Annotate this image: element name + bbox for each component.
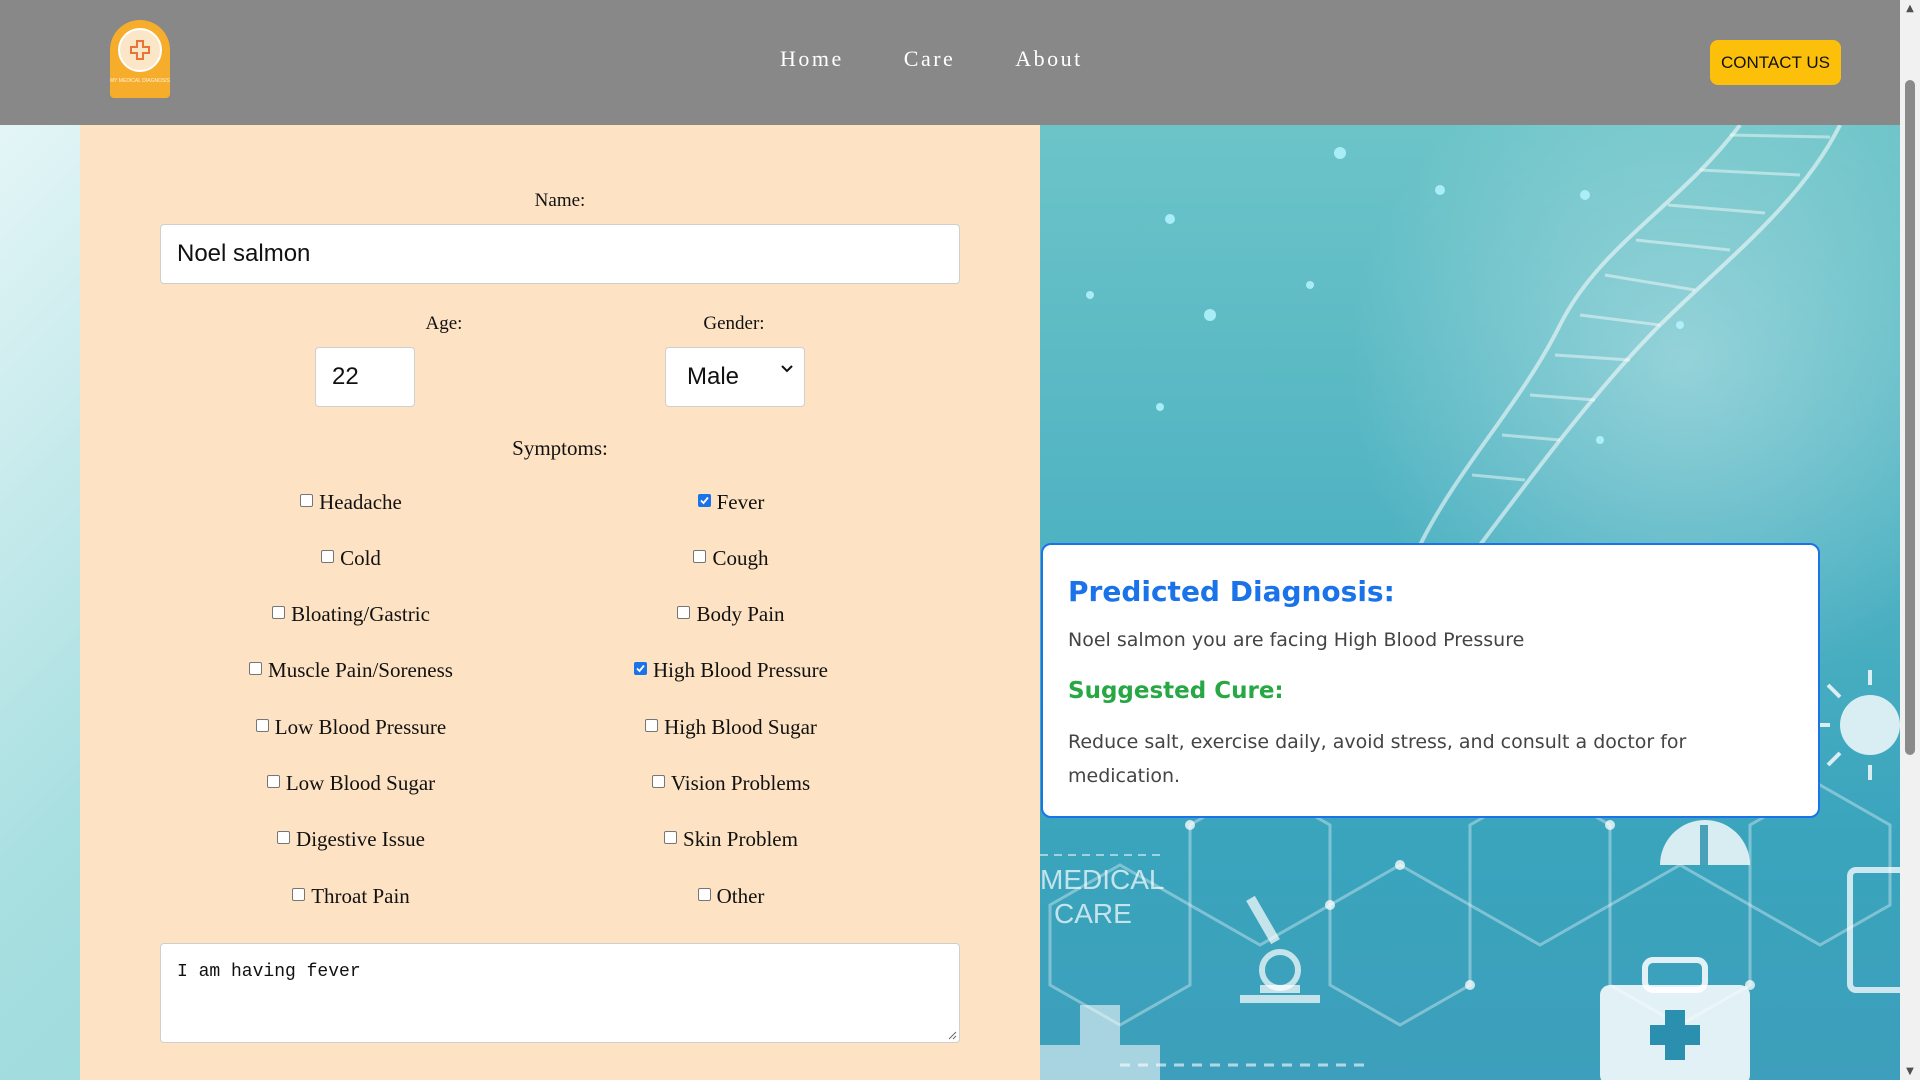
checkbox[interactable] [664, 831, 678, 845]
checkbox[interactable] [645, 718, 659, 732]
checkbox[interactable] [651, 775, 665, 788]
logo-text: MY MEDICAL DIAGNOSIS [110, 78, 171, 84]
symptom-checkbox-item[interactable]: Headache [300, 489, 402, 515]
top-navbar: MY MEDICAL DIAGNOSIS Home Care About CON… [0, 0, 1900, 125]
page-scrollbar[interactable]: ▲ ▼ [1900, 0, 1920, 1080]
symptom-checkbox-item[interactable]: Throat Pain [292, 883, 410, 909]
checkbox[interactable] [249, 662, 263, 676]
checkbox[interactable] [693, 549, 707, 563]
symptom-checkbox-item[interactable]: Muscle Pain/Soreness [249, 658, 453, 684]
checkbox[interactable] [272, 606, 286, 620]
scroll-up-arrow-icon[interactable]: ▲ [1900, 0, 1920, 17]
gender-selected-value: Male [687, 363, 740, 390]
symptom-label: Throat Pain [311, 883, 410, 908]
checkbox[interactable] [277, 831, 291, 845]
chevron-down-icon [781, 365, 793, 373]
nav-link-care[interactable]: Care [904, 46, 956, 72]
medical-cross-icon [118, 28, 162, 72]
nav-links: Home Care About [780, 46, 1143, 72]
scrollbar-thumb[interactable] [1905, 80, 1915, 755]
nav-link-about[interactable]: About [1015, 46, 1083, 72]
diagnosis-result-card: Predicted Diagnosis: Noel salmon you are… [1041, 543, 1820, 818]
symptom-label: Cough [712, 545, 769, 570]
symptom-description-textarea[interactable]: I am having fever [160, 943, 960, 1043]
watermark-line-2: CARE [1054, 898, 1132, 929]
diagnosis-form: Name: Noel salmon Age: 22 Gender: Male S… [80, 125, 1040, 1080]
logo[interactable]: MY MEDICAL DIAGNOSIS [110, 20, 170, 98]
symptom-label: Fever [716, 489, 765, 514]
symptom-label: Low Blood Pressure [274, 714, 447, 739]
name-label: Name: [534, 190, 586, 211]
scroll-down-arrow-icon[interactable]: ▼ [1900, 1063, 1920, 1080]
symptom-checkbox-item[interactable]: Other [697, 883, 765, 909]
symptom-checkbox-item[interactable]: Low Blood Pressure [255, 714, 447, 740]
checkbox[interactable] [321, 549, 335, 563]
diagnosis-title: Predicted Diagnosis: [1068, 575, 1395, 608]
symptom-checkbox-item[interactable]: Bloating/Gastric [272, 602, 430, 628]
cure-title: Suggested Cure: [1068, 678, 1284, 704]
symptom-label: Bloating/Gastric [291, 602, 430, 627]
symptom-checkbox-item[interactable]: Vision Problems [651, 771, 811, 797]
symptom-checkbox-item[interactable]: High Blood Sugar [645, 714, 817, 740]
symptom-label: Other [716, 883, 765, 908]
symptom-label: Low Blood Sugar [285, 771, 436, 795]
checkbox-checked[interactable] [697, 493, 711, 507]
symptom-checkbox-item[interactable]: Fever [697, 489, 765, 515]
name-input[interactable]: Noel salmon [160, 224, 960, 284]
checkbox[interactable] [292, 887, 306, 901]
symptom-label: High Blood Pressure [653, 658, 828, 683]
symptom-checkbox-item[interactable]: Digestive Issue [277, 827, 425, 853]
contact-us-button[interactable]: CONTACT US [1710, 40, 1841, 85]
resize-grip-icon[interactable] [947, 1030, 957, 1040]
gender-label: Gender: [703, 313, 765, 334]
symptom-checkbox-item[interactable]: Cold [321, 545, 381, 571]
symptom-checkbox-item[interactable]: Skin Problem [664, 827, 798, 853]
symptom-label: Skin Problem [683, 827, 798, 852]
checkbox[interactable] [300, 493, 314, 507]
watermark-line-1: MEDICAL [1040, 864, 1165, 895]
symptom-label: Headache [319, 489, 402, 514]
symptom-label: Cold [340, 545, 381, 570]
checkbox[interactable] [255, 718, 269, 732]
cure-text-line-1: Reduce salt, exercise daily, avoid stres… [1068, 731, 1687, 753]
checkbox[interactable] [266, 775, 280, 788]
age-input[interactable]: 22 [315, 347, 415, 407]
medical-care-watermark: MEDICAL CARE [1040, 863, 1164, 931]
symptom-checkbox-item[interactable]: High Blood Pressure [634, 658, 828, 684]
checkbox[interactable] [697, 887, 711, 901]
symptom-checkbox-item[interactable]: Low Blood Sugar [266, 771, 436, 797]
symptom-label: Muscle Pain/Soreness [268, 658, 453, 683]
diagnosis-text: Noel salmon you are facing High Blood Pr… [1068, 629, 1525, 651]
symptom-label: Vision Problems [670, 771, 811, 795]
gender-select[interactable]: Male [665, 347, 805, 407]
symptom-label: Digestive Issue [296, 827, 425, 852]
age-label: Age: [425, 313, 463, 334]
symptom-label: High Blood Sugar [664, 714, 817, 739]
symptoms-label: Symptoms: [512, 436, 608, 460]
symptom-label: Body Pain [696, 602, 785, 627]
description-text: I am having fever [177, 962, 361, 982]
symptom-checkbox-item[interactable]: Cough [693, 545, 769, 571]
cure-text-line-2: medication. [1068, 765, 1181, 787]
nav-link-home[interactable]: Home [780, 46, 844, 72]
checkbox-checked[interactable] [634, 662, 647, 676]
checkbox[interactable] [677, 606, 691, 620]
symptom-checkbox-item[interactable]: Body Pain [677, 602, 785, 628]
